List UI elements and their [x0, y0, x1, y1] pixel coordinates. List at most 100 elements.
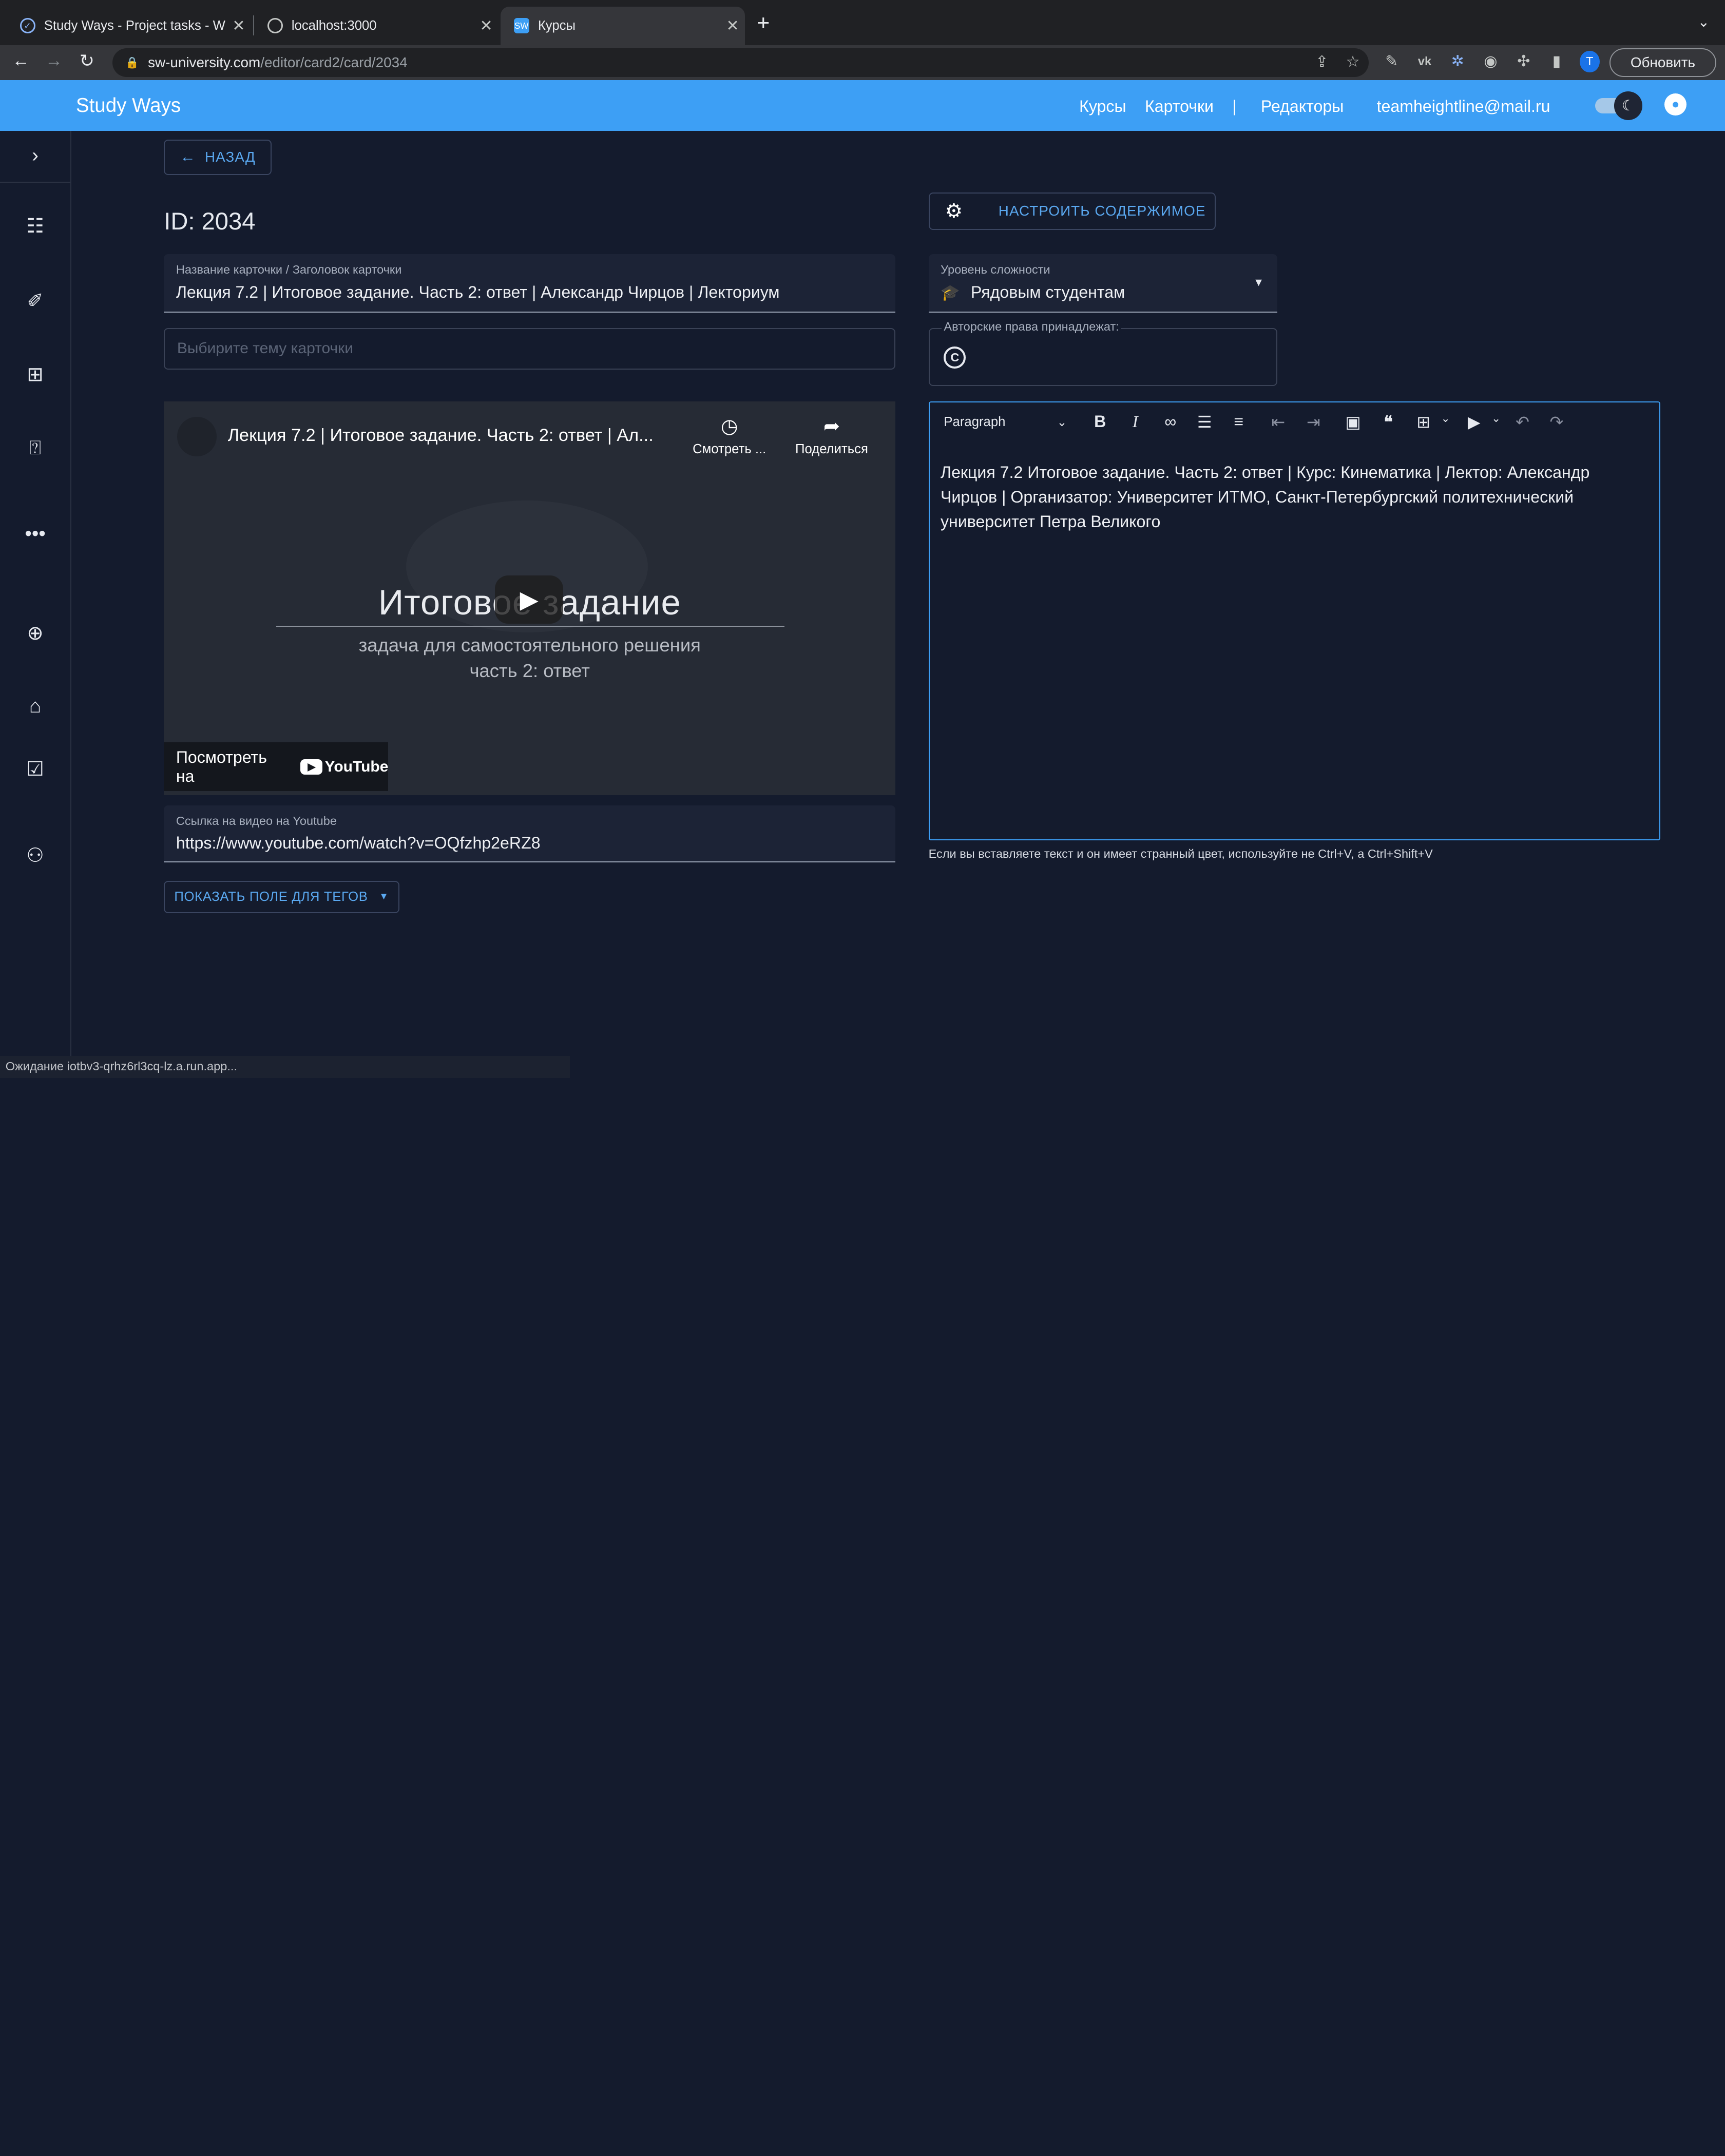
redo-icon[interactable]: ↷	[1544, 412, 1568, 432]
show-tags-label: ПОКАЗАТЬ ПОЛЕ ДЛЯ ТЕГОВ	[174, 889, 368, 904]
copyright-field[interactable]: Авторские права принадлежат: C	[928, 320, 1277, 387]
omnibox-actions: ⇪ ☆	[1315, 53, 1359, 71]
italic-icon[interactable]: I	[1123, 412, 1147, 431]
close-icon[interactable]: ✕	[474, 17, 499, 35]
sidepanel-icon[interactable]: ▮	[1547, 52, 1567, 70]
topic-select[interactable]: Выбирите тему карточки	[164, 328, 896, 370]
configure-content-label: НАСТРОИТЬ СОДЕРЖИМОЕ	[998, 203, 1206, 219]
media-embed-icon[interactable]: ▶	[1462, 412, 1486, 432]
chevron-down-icon: ⌄	[1057, 415, 1067, 429]
address-bar[interactable]: 🔒 sw-university.com/editor/card2/card/20…	[112, 48, 1369, 77]
close-icon[interactable]: ✕	[721, 17, 745, 35]
bulleted-list-icon[interactable]: ☰	[1193, 412, 1217, 432]
new-tab-icon[interactable]: +	[757, 11, 770, 36]
link-icon[interactable]: ∞	[1158, 412, 1182, 431]
forward-arrow-icon[interactable]: →	[42, 51, 66, 71]
table-dropdown-icon[interactable]: ⌄	[1433, 412, 1458, 425]
browser-toolbar: ← → ↻ 🔒 sw-university.com/editor/card2/c…	[0, 45, 1725, 81]
url-domain: sw-university.com	[148, 54, 261, 71]
update-button[interactable]: Обновить	[1609, 48, 1716, 77]
globe-icon	[267, 18, 283, 34]
card-title-input[interactable]: Лекция 7.2 | Итоговое задание. Часть 2: …	[176, 283, 884, 302]
image-icon[interactable]: ▣	[1341, 412, 1365, 432]
account-icon[interactable]: ●	[1664, 93, 1686, 116]
user-email[interactable]: teamheightline@mail.ru	[1377, 97, 1550, 116]
caret-down-icon: ▼	[379, 891, 389, 902]
extensions-area: ✎ vk ✲ ◉ ✣ ▮ T	[1382, 50, 1600, 73]
reload-icon[interactable]: ↻	[75, 51, 99, 71]
people-icon[interactable]: ⚇	[0, 844, 70, 867]
title-underline	[276, 626, 784, 627]
difficulty-select[interactable]: Уровень сложности 🎓 Рядовым студентам ▼	[928, 254, 1277, 313]
expand-sidebar-icon[interactable]: ›	[0, 144, 70, 167]
share-video-button[interactable]: ➦ Поделиться	[788, 415, 875, 457]
tab-kursy[interactable]: SW Курсы ✕	[500, 6, 745, 45]
theme-toggle[interactable]: ☾	[1595, 91, 1643, 120]
watch-later-button[interactable]: ◷ Смотреть ...	[685, 415, 773, 457]
quiz-icon[interactable]: ⍰	[0, 437, 70, 459]
profile-avatar[interactable]: T	[1580, 50, 1600, 73]
sparkle-extension-icon[interactable]: ✲	[1448, 52, 1468, 70]
card-title-field[interactable]: Название карточки / Заголовок карточки Л…	[164, 254, 896, 313]
back-arrow-icon[interactable]: ←	[9, 51, 33, 71]
back-button[interactable]: ← НАЗАД	[164, 140, 272, 175]
youtube-embed[interactable]: Лекция 7.2 | Итоговое задание. Часть 2: …	[164, 401, 896, 796]
tab-localhost[interactable]: localhost:3000 ✕	[254, 7, 499, 45]
youtube-link-input[interactable]: https://www.youtube.com/watch?v=OQfzhp2e…	[176, 834, 884, 853]
block-format-select[interactable]: Paragraph ⌄	[944, 415, 1067, 430]
table-icon[interactable]: ⊞	[1411, 412, 1435, 432]
checklist-icon[interactable]: ☑	[0, 758, 70, 781]
star-icon[interactable]: ☆	[1346, 53, 1360, 71]
moon-icon: ☾	[1614, 91, 1643, 120]
list-icon[interactable]: ☷	[0, 215, 70, 238]
youtube-play-icon: ▶	[300, 759, 323, 775]
paste-hint: Если вы вставляете текст и он имеет стра…	[928, 847, 1433, 860]
mask-extension-icon[interactable]: ◉	[1481, 52, 1501, 70]
copyright-icon: C	[944, 346, 966, 369]
watch-on-label: Посмотреть на	[176, 747, 267, 785]
video-title[interactable]: Лекция 7.2 | Итоговое задание. Часть 2: …	[228, 426, 679, 446]
channel-avatar[interactable]	[177, 417, 217, 457]
add-chart-icon[interactable]: ⊕	[0, 622, 70, 645]
hierarchy-icon[interactable]: ⊞	[0, 363, 70, 386]
vk-extension-icon[interactable]: vk	[1415, 54, 1435, 68]
youtube-link-field[interactable]: Ссылка на видео на Youtube https://www.y…	[164, 805, 896, 862]
puzzle-icon[interactable]: ✣	[1513, 52, 1534, 70]
blockquote-icon[interactable]: ❝	[1376, 412, 1401, 432]
indent-icon[interactable]: ⇥	[1301, 412, 1326, 432]
configure-content-button[interactable]: ⚙ НАСТРОИТЬ СОДЕРЖИМОЕ	[928, 192, 1216, 230]
more-dots-icon[interactable]: •••	[0, 523, 70, 545]
tab-title: localhost:3000	[291, 18, 377, 33]
watch-on-youtube-button[interactable]: Посмотреть на ▶ YouTube	[164, 742, 389, 791]
show-tags-button[interactable]: ПОКАЗАТЬ ПОЛЕ ДЛЯ ТЕГОВ ▼	[164, 881, 399, 913]
nav-courses-link[interactable]: Курсы	[1079, 97, 1126, 116]
school-cap-icon: 🎓	[941, 284, 960, 301]
numbered-list-icon[interactable]: ≡	[1226, 412, 1251, 431]
edit-list-icon[interactable]: ✐	[0, 290, 70, 313]
difficulty-value: 🎓 Рядовым студентам	[941, 283, 1265, 302]
play-button[interactable]: ▶	[495, 575, 564, 624]
school-icon[interactable]: ⌂	[0, 695, 70, 718]
screen: ✓ Study Ways - Project tasks - W ✕ local…	[0, 0, 1725, 1078]
clock-icon: ◷	[720, 415, 738, 437]
close-icon[interactable]: ✕	[226, 17, 251, 35]
pen-extension-icon[interactable]: ✎	[1382, 52, 1402, 70]
media-dropdown-icon[interactable]: ⌄	[1484, 412, 1508, 425]
app-header: Study Ways Курсы Карточки | Редакторы te…	[0, 80, 1725, 131]
outdent-icon[interactable]: ⇤	[1266, 412, 1290, 432]
share-icon[interactable]: ⇪	[1315, 53, 1328, 71]
chevron-down-icon[interactable]: ⌄	[1698, 13, 1710, 30]
nav-editors-link[interactable]: Редакторы	[1261, 97, 1344, 116]
nav-cards-link[interactable]: Карточки	[1145, 97, 1214, 116]
share-arrow-icon: ➦	[823, 415, 840, 437]
editor-content[interactable]: Лекция 7.2 Итоговое задание. Часть 2: от…	[941, 460, 1644, 534]
share-label: Поделиться	[795, 442, 868, 457]
bold-icon[interactable]: B	[1088, 412, 1112, 431]
editor-toolbar: Paragraph ⌄ B I ∞ ☰ ≡ ⇤ ⇥ ▣ ❝ ⊞ ⌄ ▶ ⌄ ↶ …	[930, 402, 1659, 447]
topic-placeholder: Выбирите тему карточки	[177, 339, 354, 357]
rich-text-editor[interactable]: Paragraph ⌄ B I ∞ ☰ ≡ ⇤ ⇥ ▣ ❝ ⊞ ⌄ ▶ ⌄ ↶ …	[928, 401, 1660, 841]
brand-logo[interactable]: Study Ways	[76, 94, 181, 117]
undo-icon[interactable]: ↶	[1510, 412, 1535, 432]
tab-study-ways[interactable]: ✓ Study Ways - Project tasks - W ✕	[7, 7, 251, 45]
sw-favicon-icon: SW	[513, 18, 529, 34]
